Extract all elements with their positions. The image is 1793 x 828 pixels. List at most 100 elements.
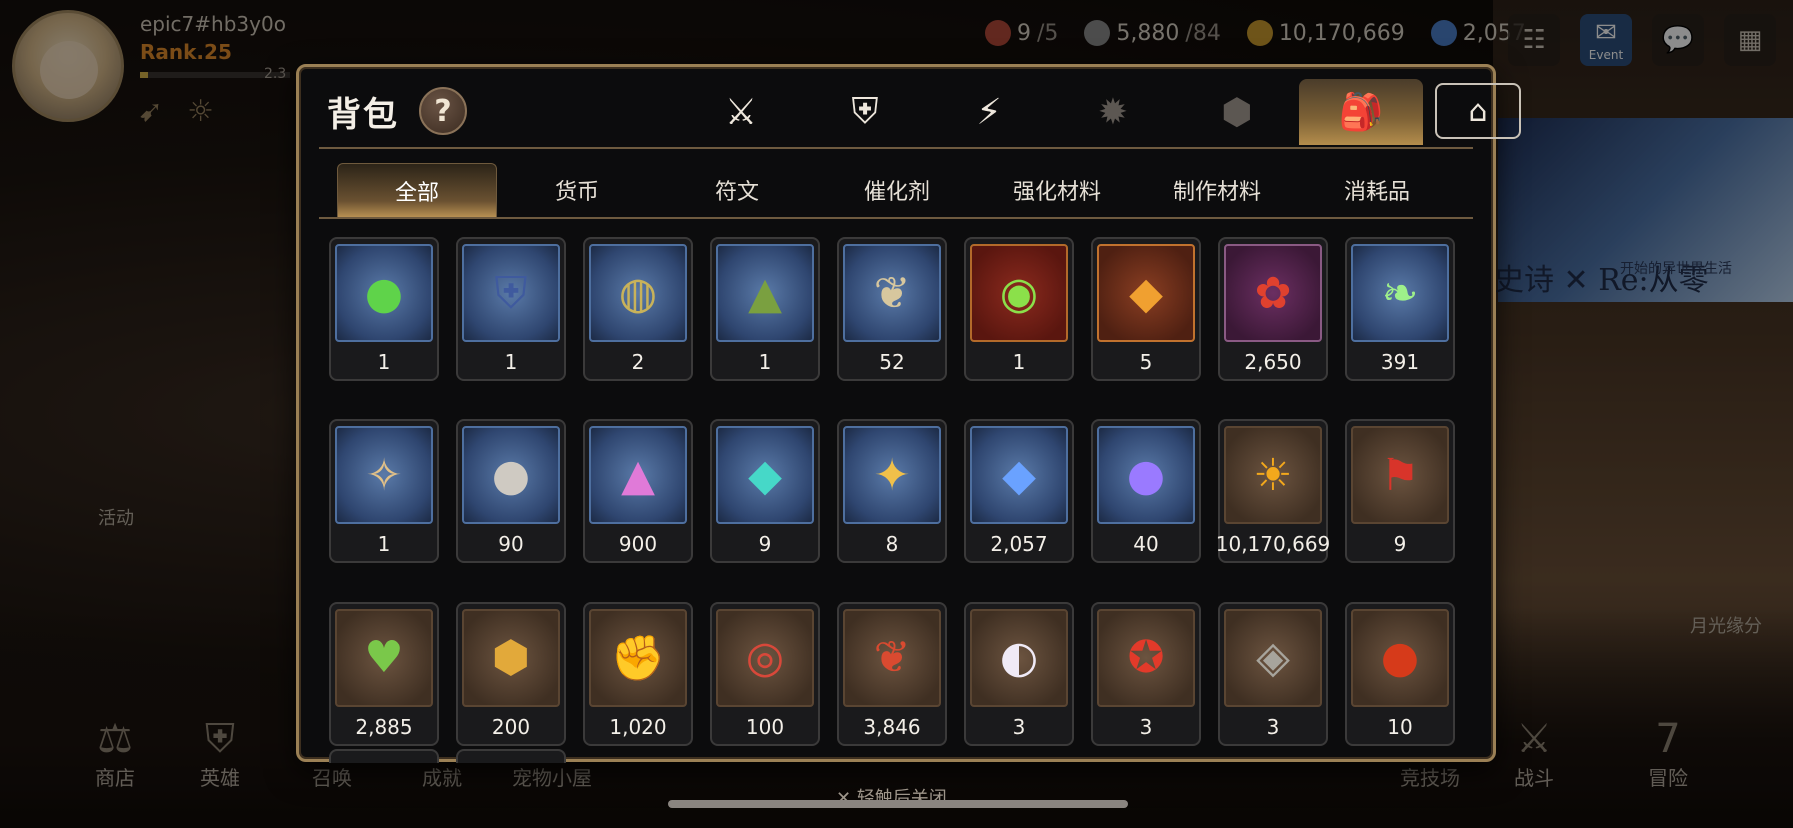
item-art: ◆ bbox=[1097, 244, 1195, 342]
item-count: 3,846 bbox=[863, 714, 921, 739]
item-art: ◐ bbox=[970, 608, 1068, 707]
item-slot-partial[interactable] bbox=[329, 749, 439, 763]
item-count: 1 bbox=[504, 350, 518, 374]
item-slot[interactable]: ✊ 1,020 bbox=[583, 601, 693, 746]
filter-tab[interactable]: 强化材料 bbox=[977, 163, 1137, 217]
shield-trident-icon: ⛨ bbox=[494, 267, 528, 319]
lava-orb-icon: ● bbox=[1380, 632, 1420, 684]
item-slot[interactable]: ✿ 2,650 bbox=[1218, 237, 1328, 381]
purple-orb-icon: ● bbox=[1126, 449, 1166, 501]
item-slot[interactable]: ✧ 1 bbox=[329, 419, 439, 564]
item-count: 90 bbox=[498, 532, 524, 557]
filter-tab[interactable]: 制作材料 bbox=[1137, 163, 1297, 217]
item-count: 100 bbox=[745, 714, 785, 739]
item-count: 1 bbox=[377, 532, 391, 557]
item-slot[interactable]: ▲ 900 bbox=[583, 419, 693, 564]
item-slot[interactable]: ⛨ 1 bbox=[456, 237, 566, 381]
divider bbox=[319, 147, 1473, 149]
item-art: ✧ bbox=[335, 426, 433, 525]
item-slot[interactable]: ♥ 2,885 bbox=[329, 601, 439, 746]
fist-emblem-icon: ✊ bbox=[610, 632, 666, 684]
item-slot[interactable]: ◆ 2,057 bbox=[964, 419, 1074, 564]
item-slot[interactable]: ❧ 391 bbox=[1345, 237, 1455, 381]
filter-tab[interactable]: 货币 bbox=[497, 163, 657, 217]
item-art: ◎ bbox=[716, 608, 814, 707]
filter-tab[interactable]: 符文 bbox=[657, 163, 817, 217]
item-count: 1 bbox=[377, 350, 391, 374]
filter-tabs: 全部 货币 符文 催化剂 强化材料 制作材料 消耗品 bbox=[337, 163, 1457, 217]
item-slot[interactable]: ● 40 bbox=[1091, 419, 1201, 564]
item-count: 3 bbox=[1012, 714, 1026, 739]
item-slot[interactable]: ▲ 1 bbox=[710, 237, 820, 381]
item-slot[interactable]: ◆ 9 bbox=[710, 419, 820, 564]
bag-tab[interactable]: 🎒 bbox=[1299, 79, 1423, 145]
category-tabs: ⚔ ⛨ ⚡ ✹ ⬢ 🎒 ⌂ bbox=[679, 79, 1521, 145]
red-leaf-icon: ❦ bbox=[873, 632, 911, 684]
item-art: ✊ bbox=[589, 608, 687, 707]
item-art: ✪ bbox=[1097, 608, 1195, 707]
red-banner-icon: ⚑ bbox=[1380, 449, 1420, 501]
cube-tab[interactable]: ⬢ bbox=[1175, 79, 1299, 145]
item-slot[interactable]: ◎ 100 bbox=[710, 601, 820, 746]
game-screen: 史诗 ✕ Re:从零 开始的异世界生活 epic7#hb3y0o Rank.25… bbox=[0, 0, 1793, 828]
gold-shield-emblem-icon: ⬢ bbox=[491, 632, 531, 684]
storage-tab[interactable]: ⌂ bbox=[1435, 83, 1521, 139]
item-count: 10,170,669 bbox=[1215, 532, 1331, 557]
item-slot[interactable]: ◍ 2 bbox=[583, 237, 693, 381]
silver-coin-icon: ● bbox=[491, 449, 531, 501]
green-leaf-icon: ❧ bbox=[1381, 267, 1419, 319]
item-slot[interactable]: ✦ 8 bbox=[837, 419, 947, 564]
slime-orbs-icon: ● bbox=[364, 267, 404, 319]
item-art: ◆ bbox=[716, 426, 814, 525]
item-art: ☀ bbox=[1224, 426, 1322, 525]
item-slot[interactable]: ● 10 bbox=[1345, 601, 1455, 746]
item-art: ◆ bbox=[970, 426, 1068, 525]
rune-ring-icon: ◍ bbox=[618, 267, 658, 319]
item-art: ❦ bbox=[843, 244, 941, 342]
armor-tab[interactable]: ⛨ bbox=[803, 79, 927, 145]
item-count: 2,057 bbox=[990, 532, 1048, 557]
item-count: 9 bbox=[758, 532, 772, 557]
item-slot[interactable]: ◉ 1 bbox=[964, 237, 1074, 381]
item-grid: ● 1 ⛨ 1 ◍ 2 ▲ 1 ❦ 52 ◉ 1 ◆ 5 ✿ 2,650 ❧ 391 ✧ 1 ● 90 ▲ 900 ◆ 9 ✦ 8 ◆ 2… bbox=[329, 237, 1469, 757]
artifact-tab[interactable]: ⚡ bbox=[927, 79, 1051, 145]
item-slot[interactable]: ● 90 bbox=[456, 419, 566, 564]
filter-tab[interactable]: 催化剂 bbox=[817, 163, 977, 217]
filter-tab[interactable]: 消耗品 bbox=[1297, 163, 1457, 217]
pink-mountain-icon: ▲ bbox=[621, 449, 655, 501]
help-button[interactable]: ? bbox=[419, 87, 467, 135]
item-slot[interactable]: ✪ 3 bbox=[1091, 601, 1201, 746]
item-slot[interactable]: ◐ 3 bbox=[964, 601, 1074, 746]
stone-rune-icon: ◈ bbox=[1256, 632, 1290, 684]
partial-row bbox=[329, 749, 566, 763]
item-count: 1 bbox=[758, 350, 772, 374]
compass-charm-icon: ✧ bbox=[365, 449, 403, 501]
green-orb-icon: ◉ bbox=[999, 267, 1039, 319]
green-powder-icon: ▲ bbox=[748, 267, 782, 319]
home-indicator[interactable] bbox=[668, 800, 1128, 808]
item-slot[interactable]: ☀ 10,170,669 bbox=[1215, 419, 1331, 564]
item-slot[interactable]: ⚑ 9 bbox=[1345, 419, 1455, 564]
item-slot[interactable]: ● 1 bbox=[329, 237, 439, 381]
item-count: 2 bbox=[631, 350, 645, 374]
divider bbox=[319, 217, 1473, 219]
special-tab[interactable]: ✹ bbox=[1051, 79, 1175, 145]
filter-tab[interactable]: 全部 bbox=[337, 163, 497, 217]
armor-icon: ⛨ bbox=[851, 91, 879, 132]
item-slot-partial[interactable] bbox=[456, 749, 566, 763]
item-art: ● bbox=[335, 244, 433, 342]
item-slot[interactable]: ◈ 3 bbox=[1218, 601, 1328, 746]
item-count: 8 bbox=[885, 532, 899, 557]
item-art: ◍ bbox=[589, 244, 687, 342]
item-slot[interactable]: ❦ 3,846 bbox=[837, 601, 947, 746]
weapon-tab[interactable]: ⚔ bbox=[679, 79, 803, 145]
item-count: 52 bbox=[879, 350, 905, 374]
bag-icon: 🎒 bbox=[1338, 92, 1384, 133]
item-art: ▲ bbox=[716, 244, 814, 342]
item-art: ◉ bbox=[970, 244, 1068, 342]
item-slot[interactable]: ◆ 5 bbox=[1091, 237, 1201, 381]
item-art: ▲ bbox=[589, 426, 687, 525]
red-bracelet-icon: ◎ bbox=[745, 632, 785, 684]
item-slot[interactable]: ❦ 52 bbox=[837, 237, 947, 381]
item-slot[interactable]: ⬢ 200 bbox=[456, 601, 566, 746]
